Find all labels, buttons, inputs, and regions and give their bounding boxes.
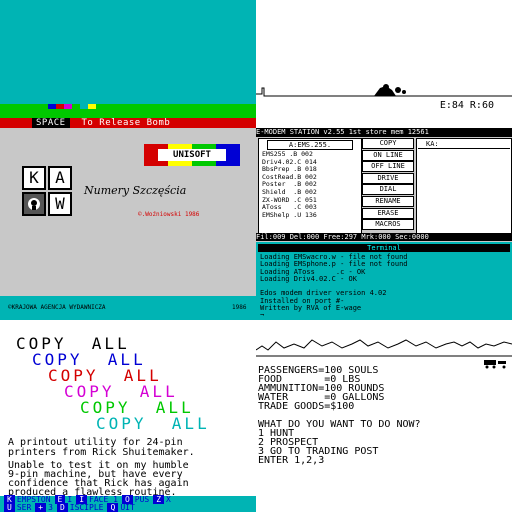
- game-title: Numery Szczęścia: [84, 184, 187, 197]
- menu-option-label[interactable]: SER: [15, 503, 31, 512]
- logo-tile-a: A: [48, 166, 72, 190]
- right-panel-header: KA:: [418, 140, 510, 149]
- kaw-logo: K A W: [22, 166, 74, 218]
- right-file-panel[interactable]: KA:: [416, 138, 512, 234]
- input-prompt[interactable]: ENTER 1,2,3: [256, 456, 512, 466]
- terminal-line: ¬: [260, 311, 265, 320]
- menu-option-label[interactable]: 3: [46, 503, 53, 512]
- menu-option-label[interactable]: ISCIPLE: [68, 503, 104, 512]
- energy-range-readout: E:84 R:60: [439, 100, 494, 111]
- plane-red-segment: [56, 104, 64, 109]
- plane-yellow-segment: [88, 104, 96, 109]
- menu-option-label[interactable]: PUS: [133, 495, 149, 504]
- instruction-text: To Release Bomb: [81, 118, 171, 128]
- logo-tile-k: K: [22, 166, 46, 190]
- status-bar: Fil:009 Del:000 Free:297 Mrk:000 Sec:000…: [256, 233, 512, 241]
- rename-button[interactable]: RENAME: [362, 196, 414, 207]
- year-label: 1986: [232, 304, 247, 311]
- copy-all-screen: COPY ALL COPY ALL COPY ALL COPY ALL COPY ALL…: [0, 320, 256, 512]
- app-title-bar: E-MODEM STATION v2.55 1st store mem 1256…: [256, 128, 512, 137]
- modem-station-screen: E-MODEM STATION v2.55 1st store mem 1256…: [256, 128, 512, 320]
- plane-cyan-segment: [80, 104, 88, 109]
- logo-tile-w: W: [48, 192, 72, 216]
- menu-key[interactable]: Q: [107, 503, 119, 512]
- emblem-icon: [28, 198, 40, 210]
- erase-button[interactable]: ERASE: [362, 207, 414, 219]
- menu-row: U SER +3 D ISCIPLE Q UIT: [0, 503, 135, 512]
- hill-icon: [374, 84, 406, 96]
- supply-stat: TRADE GOODS=$100: [258, 401, 355, 412]
- plane-blue-segment: [48, 104, 56, 109]
- question-text: WHAT DO YOU WANT TO DO NOW?: [258, 419, 421, 430]
- trading-game-screen: PASSENGERS=100 SOULS FOOD =0 LBS AMMUNITIO…: [256, 320, 512, 512]
- caption-box: A printout utility for 24-pin printers f…: [4, 438, 256, 458]
- macros-button[interactable]: MACROS: [362, 219, 414, 231]
- terminal-output: Loading EMSwacro.w - file not found Loadi…: [256, 252, 512, 320]
- menu-option-label[interactable]: UIT: [118, 503, 134, 512]
- terminal-window[interactable]: Terminal Loading EMSwacro.w - file not f…: [256, 242, 512, 320]
- dial-button[interactable]: DIAL: [362, 184, 414, 196]
- author-credit: ©.Woźniowski 1986: [138, 211, 200, 218]
- file-list: EMS255 .B 002 Driv4.02.C 014 BbsPrep .B 01…: [259, 150, 361, 220]
- file-list-panel: A:EMS.255. EMS255 .B 002 Driv4.02.C 014 Bb…: [258, 138, 362, 234]
- instruction-bar: SPACE To Release Bomb: [0, 118, 256, 128]
- ground-strip: [0, 104, 256, 118]
- file-list-item[interactable]: EMShelp .U 136: [262, 211, 361, 220]
- publisher-credit: ©KRAJOWA AGENCJA WYDAWNICZA: [8, 304, 106, 311]
- menu-key[interactable]: U: [4, 503, 15, 512]
- terminal-title-bar: Terminal: [258, 244, 510, 252]
- drive-button[interactable]: DRIVE: [362, 172, 414, 184]
- unisoft-logo: UNISOFT: [144, 144, 240, 166]
- interface-menu: K EMPSTON E I I FACE 1 O PUS Z X U SER +3 D ISCIPLE Q UI…: [0, 495, 256, 512]
- caption-line-2: printers from Rick Shuitemaker.: [8, 447, 195, 458]
- copy-button[interactable]: COPY: [362, 138, 414, 149]
- menu-key[interactable]: +: [35, 503, 47, 512]
- menu-key[interactable]: D: [56, 503, 68, 512]
- mountain-landscape: [256, 339, 512, 369]
- terminal-line: Loading Driv4.02.C - OK: [260, 274, 357, 283]
- space-key-label: SPACE: [32, 118, 70, 128]
- trading-text: PASSENGERS=100 SOULS FOOD =0 LBS AMMUNITIO…: [256, 366, 512, 466]
- file-list-header: A:EMS.255.: [267, 140, 353, 150]
- terminal-line: Written by RVA of E-wage: [260, 304, 362, 313]
- kaw-title-screen: K A W UNISOFT Numery Szczęścia ©.Woźniow…: [0, 128, 256, 320]
- title-footer-bar: ©KRAJOWA AGENCJA WYDAWNICZA 1986: [0, 296, 256, 320]
- off-line-button[interactable]: OFF LINE: [362, 161, 414, 173]
- terrain-graphic: [256, 84, 512, 97]
- menu-key[interactable]: Z: [153, 495, 165, 504]
- logo-tile-emblem: [22, 192, 46, 216]
- plane-magenta-segment: [64, 104, 72, 109]
- copy-all-line: COPY ALL: [96, 414, 210, 433]
- on-line-button[interactable]: ON LINE: [362, 149, 414, 161]
- menu-option-label[interactable]: X: [164, 495, 171, 504]
- review-text: Unable to test it on my humble 9-pin mac…: [4, 461, 256, 498]
- plane-green-segment: [72, 104, 80, 109]
- command-buttons: COPY ON LINE OFF LINE DRIVE DIAL RENAME ERASE M…: [362, 138, 414, 232]
